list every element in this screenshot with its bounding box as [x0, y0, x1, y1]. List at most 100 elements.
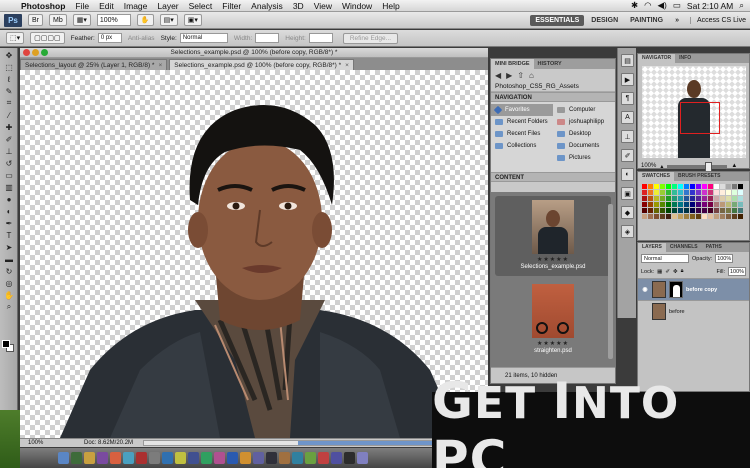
color-swatch[interactable] — [738, 208, 743, 213]
volume-icon[interactable]: ◀) — [658, 0, 667, 11]
color-swatch[interactable] — [684, 190, 689, 195]
layer-before[interactable]: before — [638, 300, 749, 322]
color-swatch[interactable] — [696, 196, 701, 201]
color-swatch[interactable] — [678, 214, 683, 219]
navigator-view-frame[interactable] — [680, 102, 720, 134]
color-swatch[interactable] — [648, 202, 653, 207]
menu-layer[interactable]: Layer — [152, 1, 183, 11]
color-swatch[interactable] — [720, 214, 725, 219]
color-swatch[interactable] — [678, 190, 683, 195]
color-swatch[interactable] — [708, 196, 713, 201]
zoom-tool-icon[interactable]: ⌕ — [2, 302, 16, 312]
color-swatch[interactable] — [714, 184, 719, 189]
wifi-icon[interactable]: ◠ — [644, 0, 651, 11]
color-swatch[interactable] — [690, 202, 695, 207]
dock-app-icon[interactable] — [71, 452, 82, 464]
bluetooth-icon[interactable]: ✱ — [631, 0, 638, 11]
tool-preset-picker[interactable]: ⬚▾ — [6, 32, 25, 44]
3d-rotate-tool-icon[interactable]: ↻ — [2, 266, 16, 276]
color-swatch[interactable] — [672, 184, 677, 189]
color-swatch[interactable] — [672, 196, 677, 201]
dock-app-icon[interactable] — [331, 452, 342, 464]
color-swatch[interactable] — [726, 196, 731, 201]
thumbnail-item[interactable]: ★★★★★ straighten.psd — [495, 280, 611, 360]
type-tool-icon[interactable]: T — [2, 230, 16, 240]
color-swatch[interactable] — [666, 196, 671, 201]
dock-app-icon[interactable] — [344, 452, 355, 464]
dodge-tool-icon[interactable]: ◐ — [2, 206, 16, 216]
navigator-preview[interactable] — [642, 66, 746, 158]
color-swatch[interactable] — [660, 202, 665, 207]
place-pictures[interactable]: Pictures — [553, 152, 615, 164]
dock-app-icon[interactable] — [292, 452, 303, 464]
blend-mode-select[interactable]: Normal — [641, 254, 689, 263]
color-swatch[interactable] — [726, 208, 731, 213]
spotlight-icon[interactable]: ⌕ — [739, 0, 744, 11]
path-selection-tool-icon[interactable]: ➤ — [2, 242, 16, 252]
forward-arrow-icon[interactable]: ▶ — [506, 71, 512, 80]
document-canvas[interactable] — [20, 70, 488, 438]
thumbnail-item[interactable]: ★★★★★ Selections_example.psd — [495, 196, 611, 276]
color-swatch[interactable] — [660, 190, 665, 195]
color-swatch[interactable] — [690, 190, 695, 195]
color-swatch[interactable] — [690, 196, 695, 201]
lock-transparency-icon[interactable]: ▦ — [657, 269, 662, 275]
color-swatch[interactable] — [738, 214, 743, 219]
clone-source-panel-icon[interactable]: ⊥ — [621, 130, 634, 143]
up-folder-icon[interactable]: ⇧ — [517, 71, 524, 80]
color-swatch[interactable] — [666, 190, 671, 195]
color-swatch[interactable] — [732, 214, 737, 219]
launch-bridge-button[interactable]: Br — [28, 14, 43, 26]
menu-filter[interactable]: Filter — [217, 1, 246, 11]
paragraph-panel-icon[interactable]: ¶ — [621, 92, 634, 105]
color-swatch[interactable] — [666, 202, 671, 207]
hand-tool-icon[interactable]: ✋ — [2, 290, 16, 300]
lock-pixels-icon[interactable]: ✐ — [665, 269, 670, 275]
color-swatch[interactable] — [732, 208, 737, 213]
color-swatch[interactable] — [696, 184, 701, 189]
color-swatch[interactable] — [672, 208, 677, 213]
menu-app-name[interactable]: Photoshop — [16, 1, 70, 11]
color-swatch[interactable] — [714, 196, 719, 201]
color-swatch[interactable] — [684, 208, 689, 213]
tab-navigator[interactable]: NAVIGATOR — [638, 54, 676, 63]
nav-recent-folders[interactable]: Recent Folders — [491, 116, 553, 128]
bridge-path[interactable]: Photoshop_CS5_RG_Assets — [491, 81, 615, 92]
workspace-painting[interactable]: PAINTING — [625, 15, 668, 26]
color-swatch[interactable] — [690, 208, 695, 213]
dock-app-icon[interactable] — [84, 452, 95, 464]
color-swatch[interactable] — [702, 196, 707, 201]
color-swatch[interactable] — [702, 214, 707, 219]
cs-live-button[interactable]: Access CS Live — [689, 16, 746, 24]
navigator-zoom-slider[interactable] — [667, 161, 728, 172]
menu-select[interactable]: Select — [184, 1, 218, 11]
menu-window[interactable]: Window — [337, 1, 377, 11]
color-swatch[interactable] — [708, 214, 713, 219]
color-swatch[interactable] — [696, 190, 701, 195]
color-swatch[interactable] — [684, 196, 689, 201]
menu-help[interactable]: Help — [377, 1, 404, 11]
refine-edge-button[interactable]: Refine Edge... — [342, 32, 399, 44]
color-swatch[interactable] — [714, 190, 719, 195]
color-swatch[interactable] — [726, 184, 731, 189]
tab-brush-presets[interactable]: BRUSH PRESETS — [674, 172, 725, 181]
masks-panel-icon[interactable]: ▣ — [621, 187, 634, 200]
color-swatch[interactable] — [696, 208, 701, 213]
dock-app-icon[interactable] — [123, 452, 134, 464]
color-swatch[interactable] — [708, 208, 713, 213]
color-swatch[interactable] — [702, 202, 707, 207]
color-swatch[interactable] — [714, 208, 719, 213]
color-swatch[interactable] — [714, 214, 719, 219]
color-swatch[interactable] — [648, 196, 653, 201]
nav-favorites[interactable]: Favorites — [491, 104, 553, 116]
color-swatch[interactable] — [732, 202, 737, 207]
color-swatch[interactable] — [726, 190, 731, 195]
dock-app-icon[interactable] — [227, 452, 238, 464]
color-swatch[interactable] — [648, 208, 653, 213]
styles-panel-icon[interactable]: ◆ — [621, 206, 634, 219]
view-extras-button[interactable]: ▦▾ — [72, 14, 91, 26]
tab-selections-example[interactable]: Selections_example.psd @ 100% (before co… — [169, 59, 354, 70]
opacity-input[interactable]: 100% — [715, 254, 734, 263]
lasso-tool-icon[interactable]: ℓ — [2, 74, 16, 84]
color-swatch[interactable] — [660, 214, 665, 219]
